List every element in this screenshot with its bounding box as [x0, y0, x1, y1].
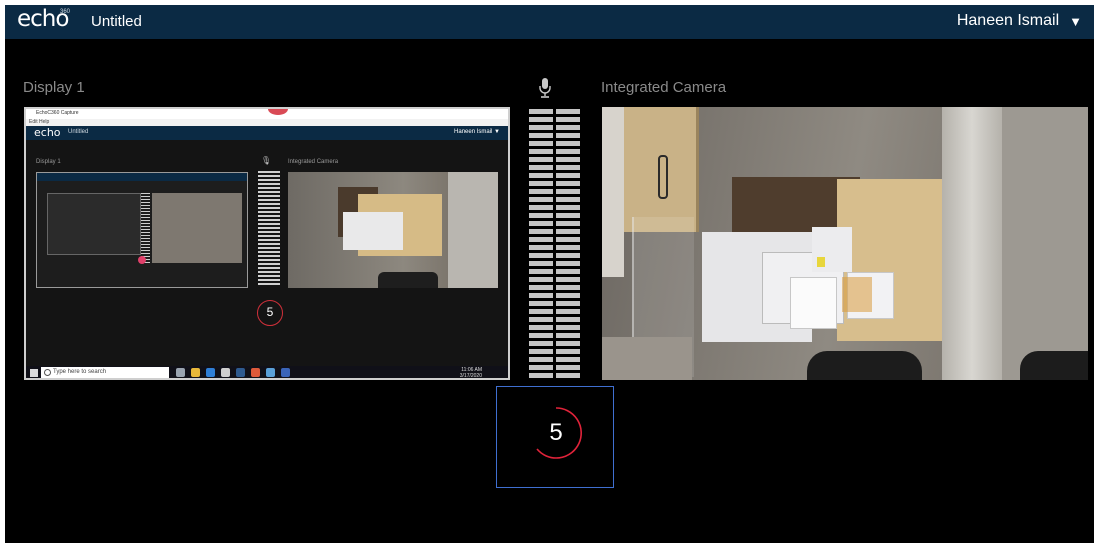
nested-display-label: Display 1 [36, 159, 61, 165]
nested-countdown: 5 [257, 300, 283, 326]
nested-title: Untitled [68, 129, 89, 135]
nested-taskbar: Type here to search 11:06 AM 3/17/2020 [26, 366, 508, 379]
nested-clock-date: 3/17/2020 [459, 373, 482, 379]
nested-inner-meter [141, 193, 150, 263]
app-icon [281, 368, 290, 377]
echo360-logo-superscript: 360 [60, 9, 71, 15]
nested-window-title: EchoC360 Capture [36, 110, 79, 116]
nested-microphone-icon: 🎙 [261, 156, 272, 165]
nested-taskbar-search: Type here to search [41, 367, 169, 378]
user-menu-button[interactable]: Haneen Ismail ▼ [957, 12, 1082, 30]
cam-drawing-color [842, 277, 872, 312]
recording-title[interactable]: Untitled [91, 13, 142, 30]
nested-taskbar-apps [176, 368, 290, 378]
camera-preview[interactable] [602, 107, 1088, 380]
nested-audio-meter [258, 171, 280, 287]
search-icon [44, 369, 51, 376]
cam-cabinet-handle [658, 155, 668, 199]
display-source-label: Display 1 [23, 79, 85, 96]
app-icon [266, 368, 275, 377]
user-name: Haneen Ismail [956, 12, 1060, 29]
nested-inner-display [47, 193, 141, 255]
nested-cam-chair [378, 272, 438, 288]
cam-light-wall [942, 107, 1002, 380]
chrome-icon [251, 368, 260, 377]
microphone-icon [539, 78, 551, 98]
cam-drawing [790, 277, 837, 329]
nested-window-titlebar: EchoC360 Capture [26, 109, 508, 119]
cam-right-wall [1002, 107, 1088, 380]
caret-down-icon: ▼ [1069, 13, 1082, 29]
app-icon [236, 368, 245, 377]
nested-inner-topbar [37, 173, 247, 181]
top-bar: echo 360 Untitled Haneen Ismail ▼ [5, 5, 1094, 39]
nested-pink-dot [138, 256, 146, 264]
nested-menubar: Edit Help [26, 119, 508, 126]
nested-inner-camera [152, 193, 242, 263]
app-icon [176, 368, 185, 377]
nested-cam-wall [448, 172, 498, 288]
camera-source-label: Integrated Camera [601, 79, 727, 96]
nested-top-bar: echo Untitled Haneen Ismail ▼ [26, 126, 508, 140]
cam-sticky-note [817, 257, 825, 267]
cam-chair [1020, 351, 1088, 380]
nested-camera-label: Integrated Camera [288, 159, 339, 165]
nested-user: Haneen Ismail ▼ [454, 129, 500, 135]
nested-taskbar-search-text: Type here to search [53, 369, 107, 375]
nested-menu-text: Edit Help [29, 119, 50, 125]
folder-icon [191, 368, 200, 377]
nested-taskbar-clock: 11:06 AM 3/17/2020 [459, 367, 482, 379]
nested-camera-preview [288, 172, 498, 288]
edge-icon [206, 368, 215, 377]
audio-meter-right-channel [556, 109, 580, 381]
cam-desk [602, 337, 692, 380]
capture-app: echo 360 Untitled Haneen Ismail ▼ Displa… [5, 5, 1094, 543]
app-icon [221, 368, 230, 377]
cam-shelf [602, 107, 624, 277]
cam-chair [807, 351, 922, 380]
nested-cam-papers [343, 212, 403, 250]
display-preview[interactable]: EchoC360 Capture Edit Help echo Untitled… [24, 107, 510, 380]
nested-display-preview [36, 172, 248, 288]
audio-meter-left-channel [529, 109, 553, 381]
windows-start-icon [30, 369, 38, 377]
audio-level-meter [528, 109, 582, 381]
nested-logo: echo [34, 126, 61, 139]
countdown-number: 5 [549, 419, 563, 446]
countdown-box[interactable]: 5 [496, 386, 614, 488]
